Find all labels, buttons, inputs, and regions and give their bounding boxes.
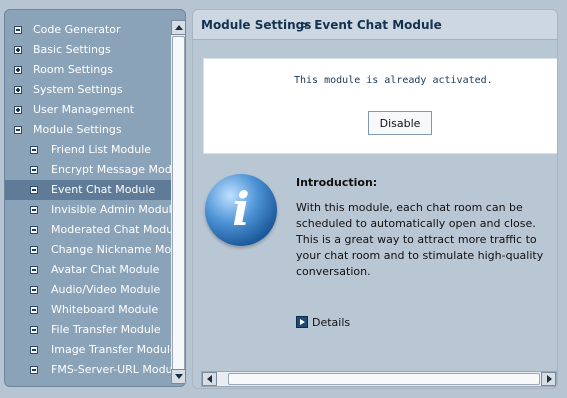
sidebar-tree: Code Generator Basic Settings Room Setting… — [5, 20, 171, 380]
collapse-icon[interactable] — [30, 286, 38, 294]
details-link[interactable]: Details — [296, 316, 350, 330]
sidebar-item-whiteboard-module[interactable]: Whiteboard Module — [5, 300, 171, 320]
collapse-icon[interactable] — [30, 186, 38, 194]
sidebar-item-friend-list-module[interactable]: Friend List Module — [5, 140, 171, 160]
sidebar-item-encrypt-message-module[interactable]: Encrypt Message Module — [5, 160, 171, 180]
expand-icon[interactable] — [14, 46, 22, 54]
scroll-up-arrow-icon[interactable] — [171, 20, 185, 35]
sidebar-item-event-chat-module[interactable]: Event Chat Module — [5, 180, 171, 200]
sidebar-item-label: Encrypt Message Module — [51, 163, 171, 176]
collapse-icon[interactable] — [30, 166, 38, 174]
scroll-right-arrow-icon[interactable] — [541, 372, 556, 386]
sidebar: Code Generator Basic Settings Room Setting… — [4, 9, 186, 387]
sidebar-item-label: FMS-Server-URL Module — [51, 363, 171, 376]
expand-icon[interactable] — [14, 106, 22, 114]
sidebar-item-label: Module Settings — [33, 123, 122, 136]
play-arrow-icon[interactable] — [296, 316, 308, 328]
sidebar-item-invisible-admin-module[interactable]: Invisible Admin Module — [5, 200, 171, 220]
sidebar-item-module-settings[interactable]: Module Settings — [5, 120, 171, 140]
sidebar-item-label: Invisible Admin Module — [51, 203, 171, 216]
collapse-icon[interactable] — [30, 306, 38, 314]
collapse-icon[interactable] — [30, 146, 38, 154]
expand-icon[interactable] — [14, 86, 22, 94]
sidebar-item-audio-video-module[interactable]: Audio/Video Module — [5, 280, 171, 300]
sidebar-item-label: User Management — [33, 103, 135, 116]
collapse-icon[interactable] — [30, 366, 38, 374]
sidebar-item-system-settings[interactable]: System Settings — [5, 80, 171, 100]
sidebar-item-image-transfer-module[interactable]: Image Transfer Module — [5, 340, 171, 360]
activation-notice: This module is already activated. Disabl… — [203, 58, 557, 154]
breadcrumb-current: > Event Chat Module — [300, 18, 442, 32]
expand-icon[interactable] — [14, 66, 22, 74]
sidebar-item-label: Moderated Chat Module — [51, 223, 171, 236]
details-label[interactable]: Details — [312, 316, 350, 329]
sidebar-item-label: Event Chat Module — [51, 183, 156, 196]
sidebar-item-label: System Settings — [33, 83, 123, 96]
info-glyph: i — [232, 182, 250, 236]
sidebar-scrollbar[interactable] — [171, 20, 185, 384]
collapse-icon[interactable] — [30, 346, 38, 354]
collapse-icon[interactable] — [30, 326, 38, 334]
sidebar-item-label: Room Settings — [33, 63, 113, 76]
breadcrumb: Module Settings > Event Chat Module — [193, 10, 557, 40]
page-title: Module Settings — [201, 18, 312, 32]
sidebar-item-label: Avatar Chat Module — [51, 263, 160, 276]
collapse-icon[interactable] — [30, 226, 38, 234]
sidebar-item-label: Change Nickname Module — [51, 243, 171, 256]
sidebar-item-basic-settings[interactable]: Basic Settings — [5, 40, 171, 60]
sidebar-item-moderated-chat-module[interactable]: Moderated Chat Module — [5, 220, 171, 240]
sidebar-item-label: Code Generator — [33, 23, 121, 36]
sidebar-item-room-settings[interactable]: Room Settings — [5, 60, 171, 80]
sidebar-item-label: File Transfer Module — [51, 323, 161, 336]
activation-status-text: This module is already activated. — [294, 75, 493, 86]
main-panel: Module Settings > Event Chat Module This… — [192, 9, 558, 389]
sidebar-item-change-nickname-module[interactable]: Change Nickname Module — [5, 240, 171, 260]
disable-button[interactable]: Disable — [368, 111, 432, 135]
horizontal-scrollbar-thumb[interactable] — [228, 373, 540, 385]
intro-text: With this module, each chat room can be … — [296, 201, 544, 278]
collapse-icon[interactable] — [14, 126, 22, 134]
sidebar-item-label: Image Transfer Module — [51, 343, 171, 356]
sidebar-item-label: Friend List Module — [51, 143, 152, 156]
collapse-icon[interactable] — [30, 206, 38, 214]
sidebar-item-user-management[interactable]: User Management — [5, 100, 171, 120]
sidebar-item-code-generator[interactable]: Code Generator — [5, 20, 171, 40]
sidebar-item-label: Whiteboard Module — [51, 303, 159, 316]
scroll-left-arrow-icon[interactable] — [202, 372, 217, 386]
sidebar-item-avatar-chat-module[interactable]: Avatar Chat Module — [5, 260, 171, 280]
collapse-icon[interactable] — [14, 26, 22, 34]
info-icon: i — [205, 174, 277, 246]
collapse-icon[interactable] — [30, 246, 38, 254]
sidebar-item-file-transfer-module[interactable]: File Transfer Module — [5, 320, 171, 340]
sidebar-item-label: Audio/Video Module — [51, 283, 161, 296]
scroll-down-arrow-icon[interactable] — [171, 369, 185, 384]
sidebar-item-label: Basic Settings — [33, 43, 111, 56]
horizontal-scrollbar[interactable] — [201, 371, 557, 387]
intro-heading: Introduction: — [296, 176, 378, 189]
sidebar-item-fms-server-url-module[interactable]: FMS-Server-URL Module — [5, 360, 171, 380]
sidebar-scrollbar-thumb[interactable] — [172, 36, 185, 372]
collapse-icon[interactable] — [30, 266, 38, 274]
